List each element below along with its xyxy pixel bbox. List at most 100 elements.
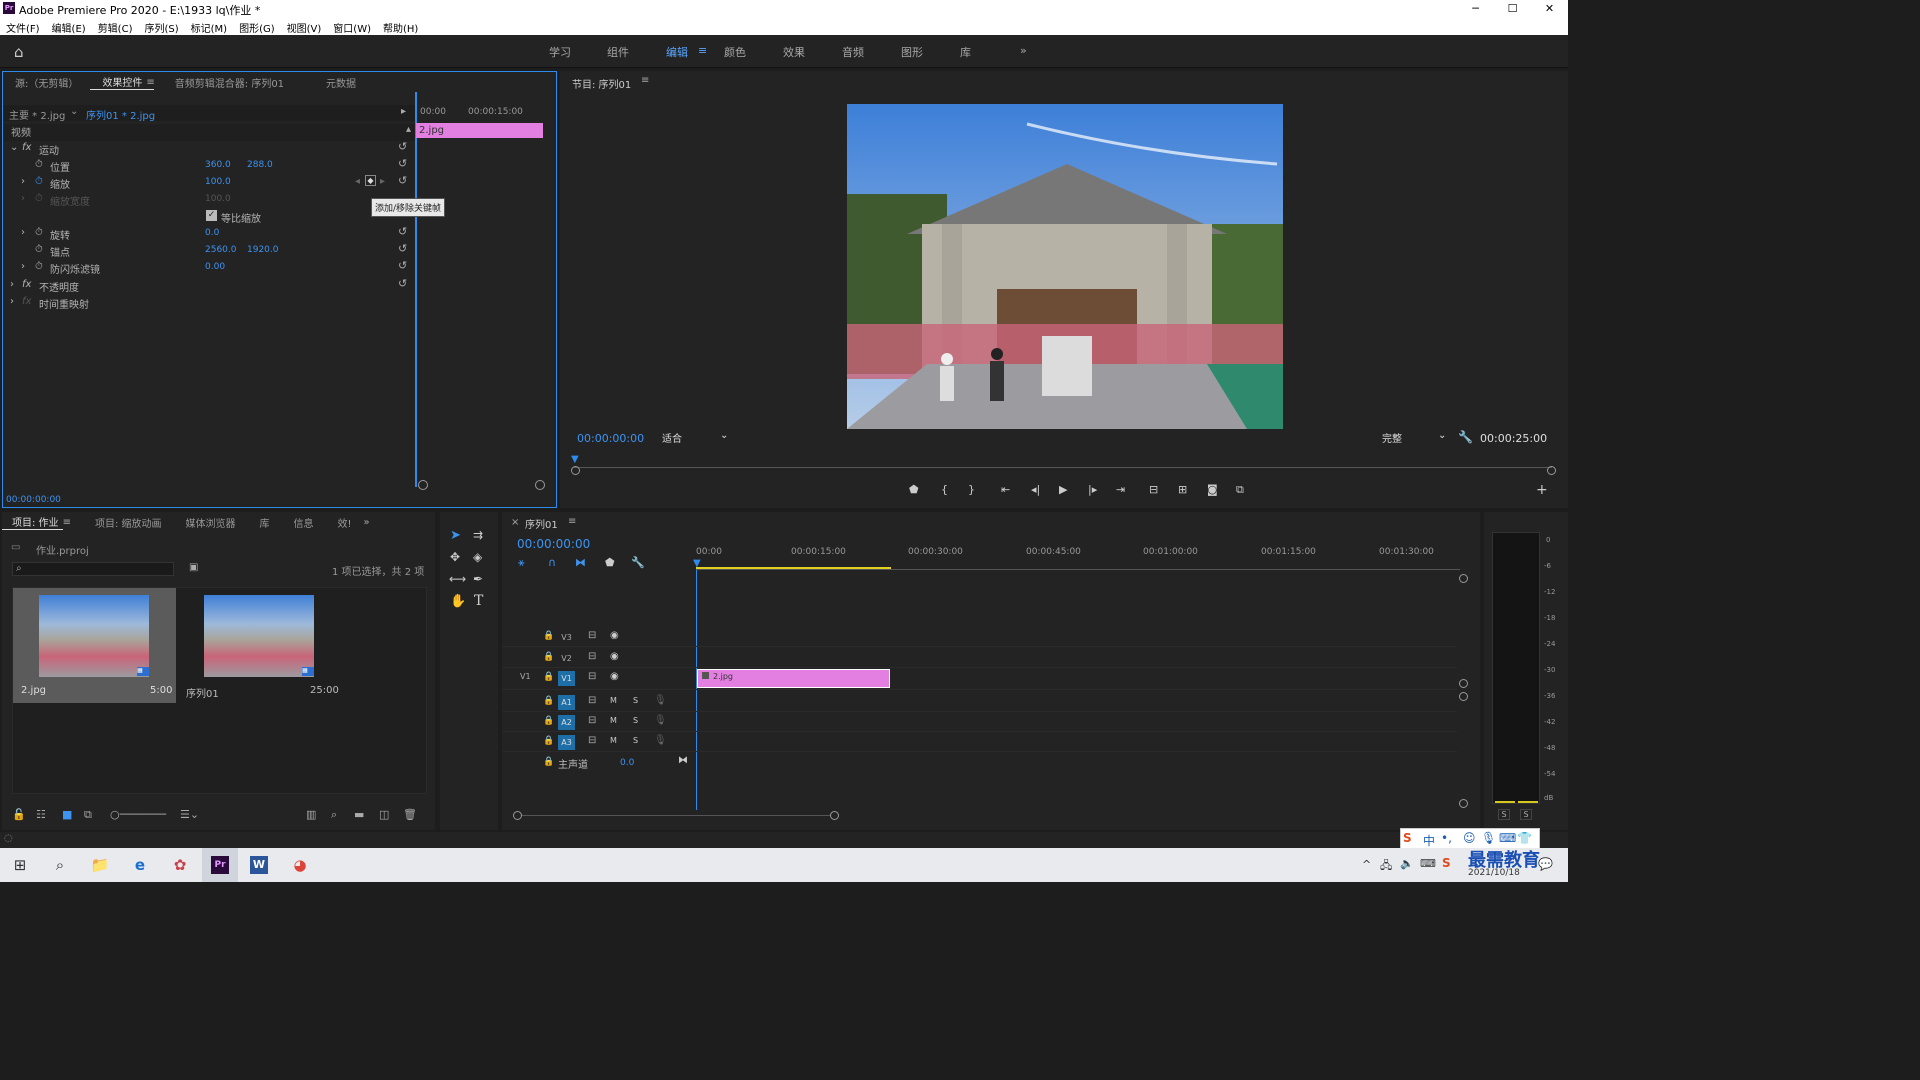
search-icon[interactable]: ⌕ [50, 856, 70, 874]
go-to-end-icon[interactable]: ⧓ [678, 755, 688, 766]
fx-icon[interactable]: fx [22, 142, 31, 153]
v-scroll-handle[interactable] [1459, 574, 1468, 583]
word-icon[interactable]: W [250, 856, 268, 874]
reset-icon[interactable]: ↺ [398, 277, 407, 290]
minimize-button[interactable]: ─ [1457, 0, 1494, 17]
timeline-clip-2jpg[interactable]: 2.jpg [697, 669, 890, 688]
ripple-edit-tool-icon[interactable]: ✥ [450, 550, 460, 564]
reset-icon[interactable]: ↺ [398, 174, 407, 187]
menu-view[interactable]: 视图(V) [281, 17, 328, 35]
tab-source[interactable]: 源:（无剪辑） [3, 75, 90, 90]
position-x-value[interactable]: 360.0 [205, 160, 231, 170]
home-icon[interactable]: ⌂ [14, 43, 32, 61]
zoom-handle-left[interactable] [571, 466, 580, 475]
tab-menu-icon[interactable]: ≡ [63, 517, 71, 528]
type-tool-icon[interactable]: T [474, 593, 483, 609]
master-volume-value[interactable]: 0.0 [620, 758, 634, 768]
track-target-a2[interactable]: A2 [558, 715, 575, 730]
sync-lock-icon[interactable]: ⊟ [588, 715, 596, 726]
expand-chevron-icon[interactable]: › [10, 279, 14, 290]
panel-menu-icon[interactable]: ≡ [641, 75, 649, 86]
mic-icon[interactable]: 🎙 [654, 715, 667, 726]
tab-effect-controls[interactable]: 效果控件 [90, 74, 155, 90]
track-target-v2[interactable]: V2 [558, 651, 575, 666]
expand-chevron-icon[interactable]: ⌄ [10, 142, 18, 153]
menu-marker[interactable]: 标记(M) [185, 17, 233, 35]
ws-menu-icon[interactable]: ≡ [698, 44, 707, 57]
list-view-icon[interactable]: ☷ [36, 808, 46, 821]
mute-button[interactable]: M [610, 716, 617, 725]
mark-in-icon[interactable]: { [941, 483, 948, 496]
mute-button[interactable]: M [610, 736, 617, 745]
program-video-frame[interactable] [847, 104, 1283, 429]
eye-icon[interactable]: ◉ [610, 671, 619, 682]
edge-browser-icon[interactable]: e [130, 856, 150, 874]
go-to-in-icon[interactable]: ⇤ [1001, 483, 1010, 496]
lock-icon[interactable]: 🔒 [543, 652, 554, 662]
sync-lock-icon[interactable]: ⊟ [588, 695, 596, 706]
lock-icon[interactable]: 🔒 [543, 696, 554, 706]
icon-view-icon[interactable]: ■ [62, 808, 72, 821]
collapse-arrow-icon[interactable]: ▴ [406, 124, 411, 135]
windows-start-icon[interactable]: ⊞ [10, 856, 30, 874]
menu-clip[interactable]: 剪辑(C) [92, 17, 139, 35]
timeline-ruler[interactable]: 00:00 00:00:15:00 00:00:30:00 00:00:45:0… [696, 544, 1460, 572]
eye-icon[interactable]: ◉ [610, 651, 619, 662]
lock-icon[interactable]: 🔒 [543, 757, 554, 767]
stopwatch-icon[interactable]: ⏱ [35, 176, 43, 187]
solo-button[interactable]: S [633, 716, 638, 725]
find-icon[interactable]: ⌕ [331, 808, 337, 822]
reset-icon[interactable]: ↺ [398, 259, 407, 272]
tab-project-homework[interactable]: 项目: 作业 [2, 514, 63, 530]
freeform-view-icon[interactable]: ⧉ [84, 808, 92, 822]
solo-left-button[interactable]: S [1498, 809, 1510, 820]
file-explorer-icon[interactable]: 📁 [90, 856, 110, 874]
snap-icon[interactable]: ∩ [548, 556, 556, 569]
sync-lock-icon[interactable]: ⊟ [588, 671, 596, 682]
app-icon[interactable]: ✿ [170, 856, 190, 874]
solo-right-button[interactable]: S [1520, 809, 1532, 820]
keyboard-icon[interactable]: ⌨ [1499, 831, 1516, 845]
voice-icon[interactable]: 🎙 [1481, 831, 1496, 845]
go-to-out-icon[interactable]: ⇥ [1116, 483, 1125, 496]
new-bin-from-search-icon[interactable]: ▣ [189, 562, 198, 573]
ws-editing[interactable]: 编辑 [666, 44, 688, 60]
chevron-down-icon[interactable]: ⌄ [70, 106, 78, 117]
ws-more[interactable]: » [1020, 44, 1027, 57]
h-zoom-handle-left[interactable] [513, 811, 522, 820]
ws-audio[interactable]: 音频 [842, 44, 864, 60]
menu-edit[interactable]: 编辑(E) [46, 17, 92, 35]
stopwatch-icon[interactable]: ⏱ [35, 244, 43, 255]
lock-icon[interactable]: 🔒 [543, 716, 554, 726]
tab-libraries[interactable]: 库 [248, 515, 282, 530]
new-bin-icon[interactable]: ▬ [354, 808, 364, 821]
anchor-x-value[interactable]: 2560.0 [205, 245, 237, 255]
project-item-2jpg[interactable]: ▦ 2.jpg 5:00 [13, 588, 176, 703]
zoom-slider[interactable]: ○─────── [110, 808, 166, 821]
timeline-tab[interactable]: 序列01 [525, 516, 558, 531]
taskbar-active-premiere[interactable]: Pr [202, 848, 238, 882]
reset-icon[interactable]: ↺ [398, 242, 407, 255]
menu-help[interactable]: 帮助(H) [377, 17, 424, 35]
program-title[interactable]: 节目: 序列01 [572, 76, 631, 91]
add-marker-icon[interactable]: ⬟ [605, 556, 615, 569]
add-button-icon[interactable]: + [1536, 482, 1548, 498]
reset-icon[interactable]: ↺ [398, 225, 407, 238]
trash-icon[interactable]: 🗑 [403, 808, 417, 821]
sort-icon[interactable]: ☰⌄ [180, 808, 199, 821]
add-marker-icon[interactable]: ⬟ [909, 483, 919, 496]
mini-clip-bar[interactable]: 2.jpg [416, 123, 543, 138]
stopwatch-icon[interactable]: ⏱ [35, 261, 43, 272]
tab-menu-icon[interactable]: ≡ [146, 77, 154, 88]
prev-keyframe-icon[interactable]: ◂ [355, 176, 360, 187]
extract-icon[interactable]: ⊞ [1178, 483, 1187, 496]
tab-media-browser[interactable]: 媒体浏览器 [174, 515, 248, 530]
track-target-v1[interactable]: V1 [558, 671, 575, 686]
program-timecode[interactable]: 00:00:00:00 [577, 432, 644, 445]
sync-lock-icon[interactable]: ⊟ [588, 735, 596, 746]
wrench-icon[interactable]: 🔧 [1458, 430, 1473, 444]
sogou-tray-icon[interactable]: S [1442, 856, 1451, 870]
mic-icon[interactable]: 🎙 [654, 735, 667, 746]
lift-icon[interactable]: ⊟ [1149, 483, 1158, 496]
chrome-icon[interactable]: ◕ [290, 856, 310, 874]
